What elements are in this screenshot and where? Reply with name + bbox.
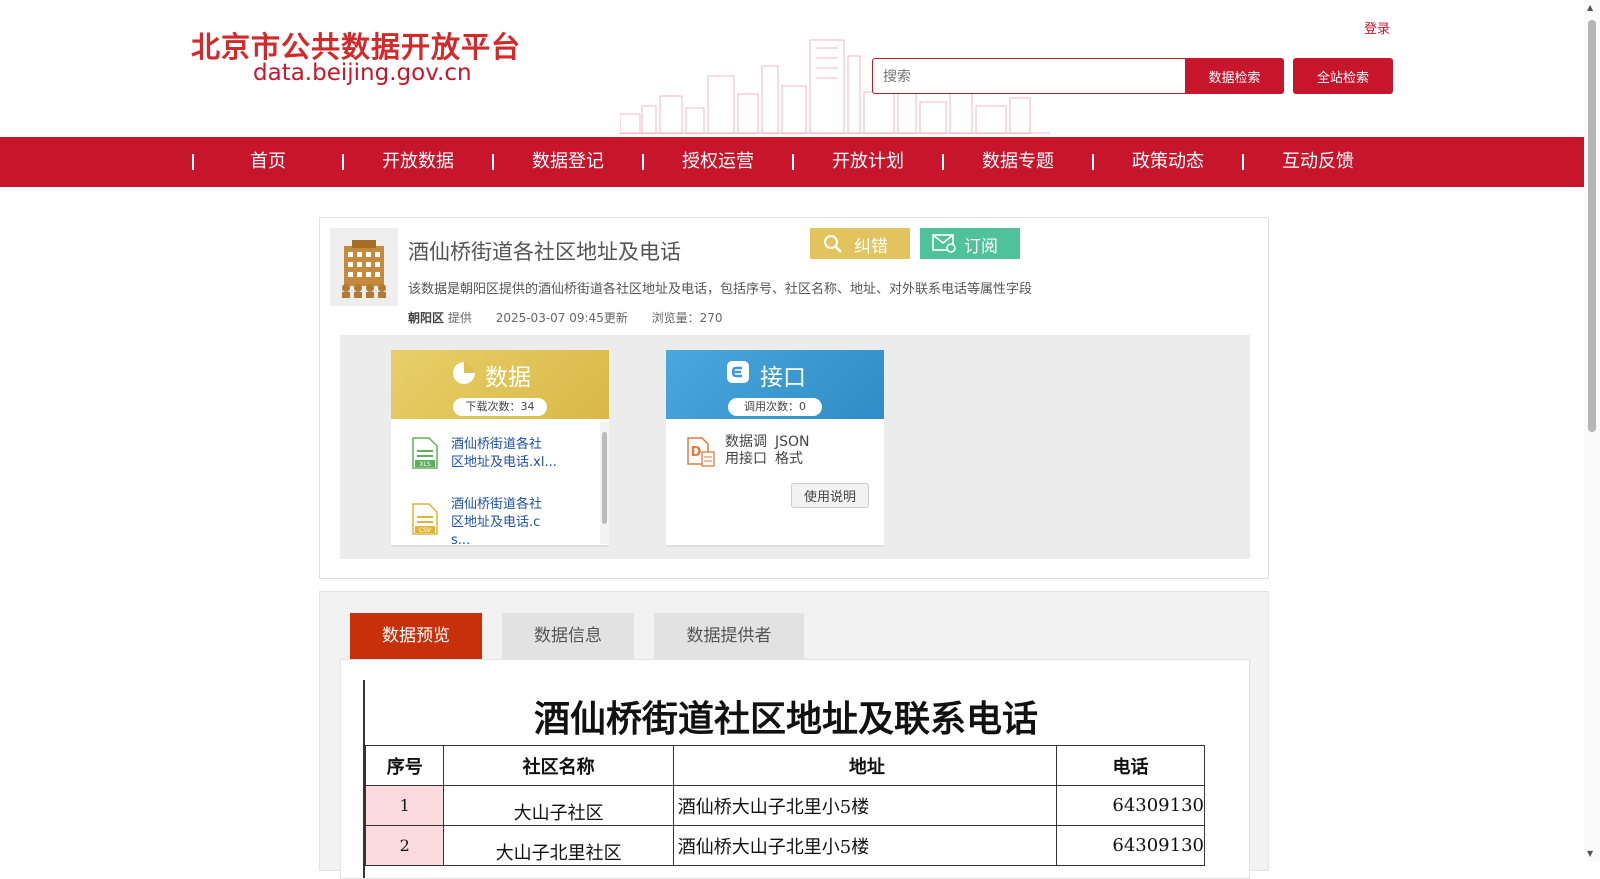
view-count: 浏览量：270 [651, 311, 723, 325]
table-row: 1 大山子社区 酒仙桥大山子北里小5楼 64309130 [365, 785, 1205, 826]
dataset-meta: 朝阳区 提供 2025-03-07 09:45更新 浏览量：270 [408, 309, 723, 326]
data-resource-title: 数据 [485, 365, 531, 391]
column-header: 电话 [1055, 745, 1205, 786]
dataset-title: 酒仙桥街道各社区地址及电话 [408, 240, 681, 264]
column-header: 社区名称 [443, 745, 674, 786]
resource-area: 数据 下载次数：34 XLS 酒仙桥街道各社 区地址及电话.xl... CSV 酒… [340, 335, 1250, 559]
api-resource-header[interactable]: 接口 调用次数：0 [666, 350, 884, 419]
column-header: 序号 [365, 745, 445, 786]
main-navigation: 首页 开放数据 数据登记 授权运营 开放计划 数据专题 政策动态 互动反馈 [0, 137, 1584, 187]
xls-file-icon: XLS [412, 437, 438, 469]
report-error-button[interactable]: 纠错 [810, 228, 910, 259]
scroll-down-arrow-icon[interactable]: ▼ [1587, 849, 1593, 858]
nav-item-data-registration[interactable]: 数据登记 [493, 137, 643, 187]
dataset-category-icon [330, 228, 398, 306]
pie-chart-icon [453, 362, 475, 384]
dataset-card: 酒仙桥街道各社区地址及电话 纠错 订阅 该数据是朝阳区提供的酒仙桥街道各社区地址… [319, 217, 1269, 579]
tab-data-preview[interactable]: 数据预览 [350, 613, 482, 659]
nav-item-home[interactable]: 首页 [193, 137, 343, 187]
nav-item-authorized-operation[interactable]: 授权运营 [643, 137, 793, 187]
api-resource-box: 接口 调用次数：0 D 数据调 用接口 JSON 格式 使用说明 [666, 350, 884, 547]
provider-suffix: 提供 [447, 311, 472, 325]
data-resource-box: 数据 下载次数：34 XLS 酒仙桥街道各社 区地址及电话.xl... CSV 酒… [391, 350, 609, 550]
table-cell: 酒仙桥大山子北里小5楼 [672, 785, 1057, 826]
csv-file-icon: CSV [412, 503, 438, 535]
search-input[interactable] [872, 58, 1185, 94]
column-header: 地址 [672, 745, 1057, 786]
svg-text:XLS: XLS [419, 461, 430, 468]
data-search-button[interactable]: 数据检索 [1185, 58, 1284, 94]
api-icon [727, 361, 749, 383]
svg-text:D: D [691, 445, 702, 460]
file-list-scrollbar[interactable] [600, 422, 609, 544]
svg-text:CSV: CSV [419, 527, 432, 534]
site-header: 北京市公共数据开放平台 data.beijing.gov.cn 登录 数据检索 … [0, 0, 1600, 134]
api-format: JSON 格式 [775, 434, 810, 467]
usage-instructions-button[interactable]: 使用说明 [791, 483, 869, 508]
preview-table: 序号 社区名称 地址 电话 1 大山子社区 酒仙桥大山子北里小5楼 643091… [365, 745, 1205, 866]
subscribe-button[interactable]: 订阅 [920, 228, 1020, 259]
nav-item-policy-news[interactable]: 政策动态 [1093, 137, 1243, 187]
table-cell: 大山子社区 [443, 785, 674, 826]
spreadsheet-preview: 酒仙桥街道社区地址及联系电话 序号 社区名称 地址 电话 1 大山子社区 酒仙桥… [363, 680, 1205, 878]
sheet-title: 酒仙桥街道社区地址及联系电话 [533, 698, 1038, 740]
scrollbar-thumb[interactable] [1588, 20, 1596, 432]
file-name-xls[interactable]: 酒仙桥街道各社 区地址及电话.xl... [451, 436, 581, 472]
file-name-csv[interactable]: 酒仙桥街道各社 区地址及电话.c s... [451, 496, 581, 550]
nav-item-open-plan[interactable]: 开放计划 [793, 137, 943, 187]
table-cell: 64309130 [1055, 825, 1205, 866]
api-resource-title: 接口 [760, 365, 806, 391]
data-resource-header[interactable]: 数据 下载次数：34 [391, 350, 609, 419]
api-document-icon: D [687, 437, 715, 467]
tab-data-provider[interactable]: 数据提供者 [654, 613, 804, 659]
table-cell: 64309130 [1055, 785, 1205, 826]
table-row: 2 大山子北里社区 酒仙桥大山子北里小5楼 64309130 [365, 825, 1205, 866]
data-preview-area: 酒仙桥街道社区地址及联系电话 序号 社区名称 地址 电话 1 大山子社区 酒仙桥… [340, 659, 1250, 879]
scroll-up-arrow-icon[interactable]: ▲ [1587, 3, 1593, 12]
call-count: 调用次数：0 [728, 398, 822, 416]
download-count: 下载次数：34 [453, 398, 547, 416]
detail-tabs-panel: 数据预览 数据信息 数据提供者 酒仙桥街道社区地址及联系电话 序号 社区名称 地… [319, 591, 1269, 879]
file-list-scroll-thumb[interactable] [602, 432, 607, 524]
table-header-row: 序号 社区名称 地址 电话 [365, 745, 1205, 786]
subscribe-label: 订阅 [964, 237, 998, 256]
table-cell: 酒仙桥大山子北里小5楼 [672, 825, 1057, 866]
table-cell: 2 [365, 825, 445, 866]
nav-item-open-data[interactable]: 开放数据 [343, 137, 493, 187]
updated-time: 2025-03-07 09:45更新 [495, 311, 628, 325]
site-search-button[interactable]: 全站检索 [1293, 58, 1393, 94]
provider-name: 朝阳区 [408, 311, 445, 325]
nav-item-data-topics[interactable]: 数据专题 [943, 137, 1093, 187]
login-link[interactable]: 登录 [1364, 18, 1390, 37]
report-error-label: 纠错 [854, 237, 888, 256]
magnifier-icon [824, 235, 842, 253]
tab-data-info[interactable]: 数据信息 [502, 613, 634, 659]
table-cell: 大山子北里社区 [443, 825, 674, 866]
mail-icon [932, 234, 956, 253]
page-scrollbar[interactable]: ▲ ▼ [1584, 0, 1600, 861]
table-cell: 1 [365, 785, 445, 826]
dataset-description: 该数据是朝阳区提供的酒仙桥街道各社区地址及电话，包括序号、社区名称、地址、对外联… [408, 282, 1033, 297]
api-label: 数据调 用接口 [725, 434, 767, 467]
site-logo-domain[interactable]: data.beijing.gov.cn [253, 60, 472, 86]
nav-item-feedback[interactable]: 互动反馈 [1243, 137, 1393, 187]
